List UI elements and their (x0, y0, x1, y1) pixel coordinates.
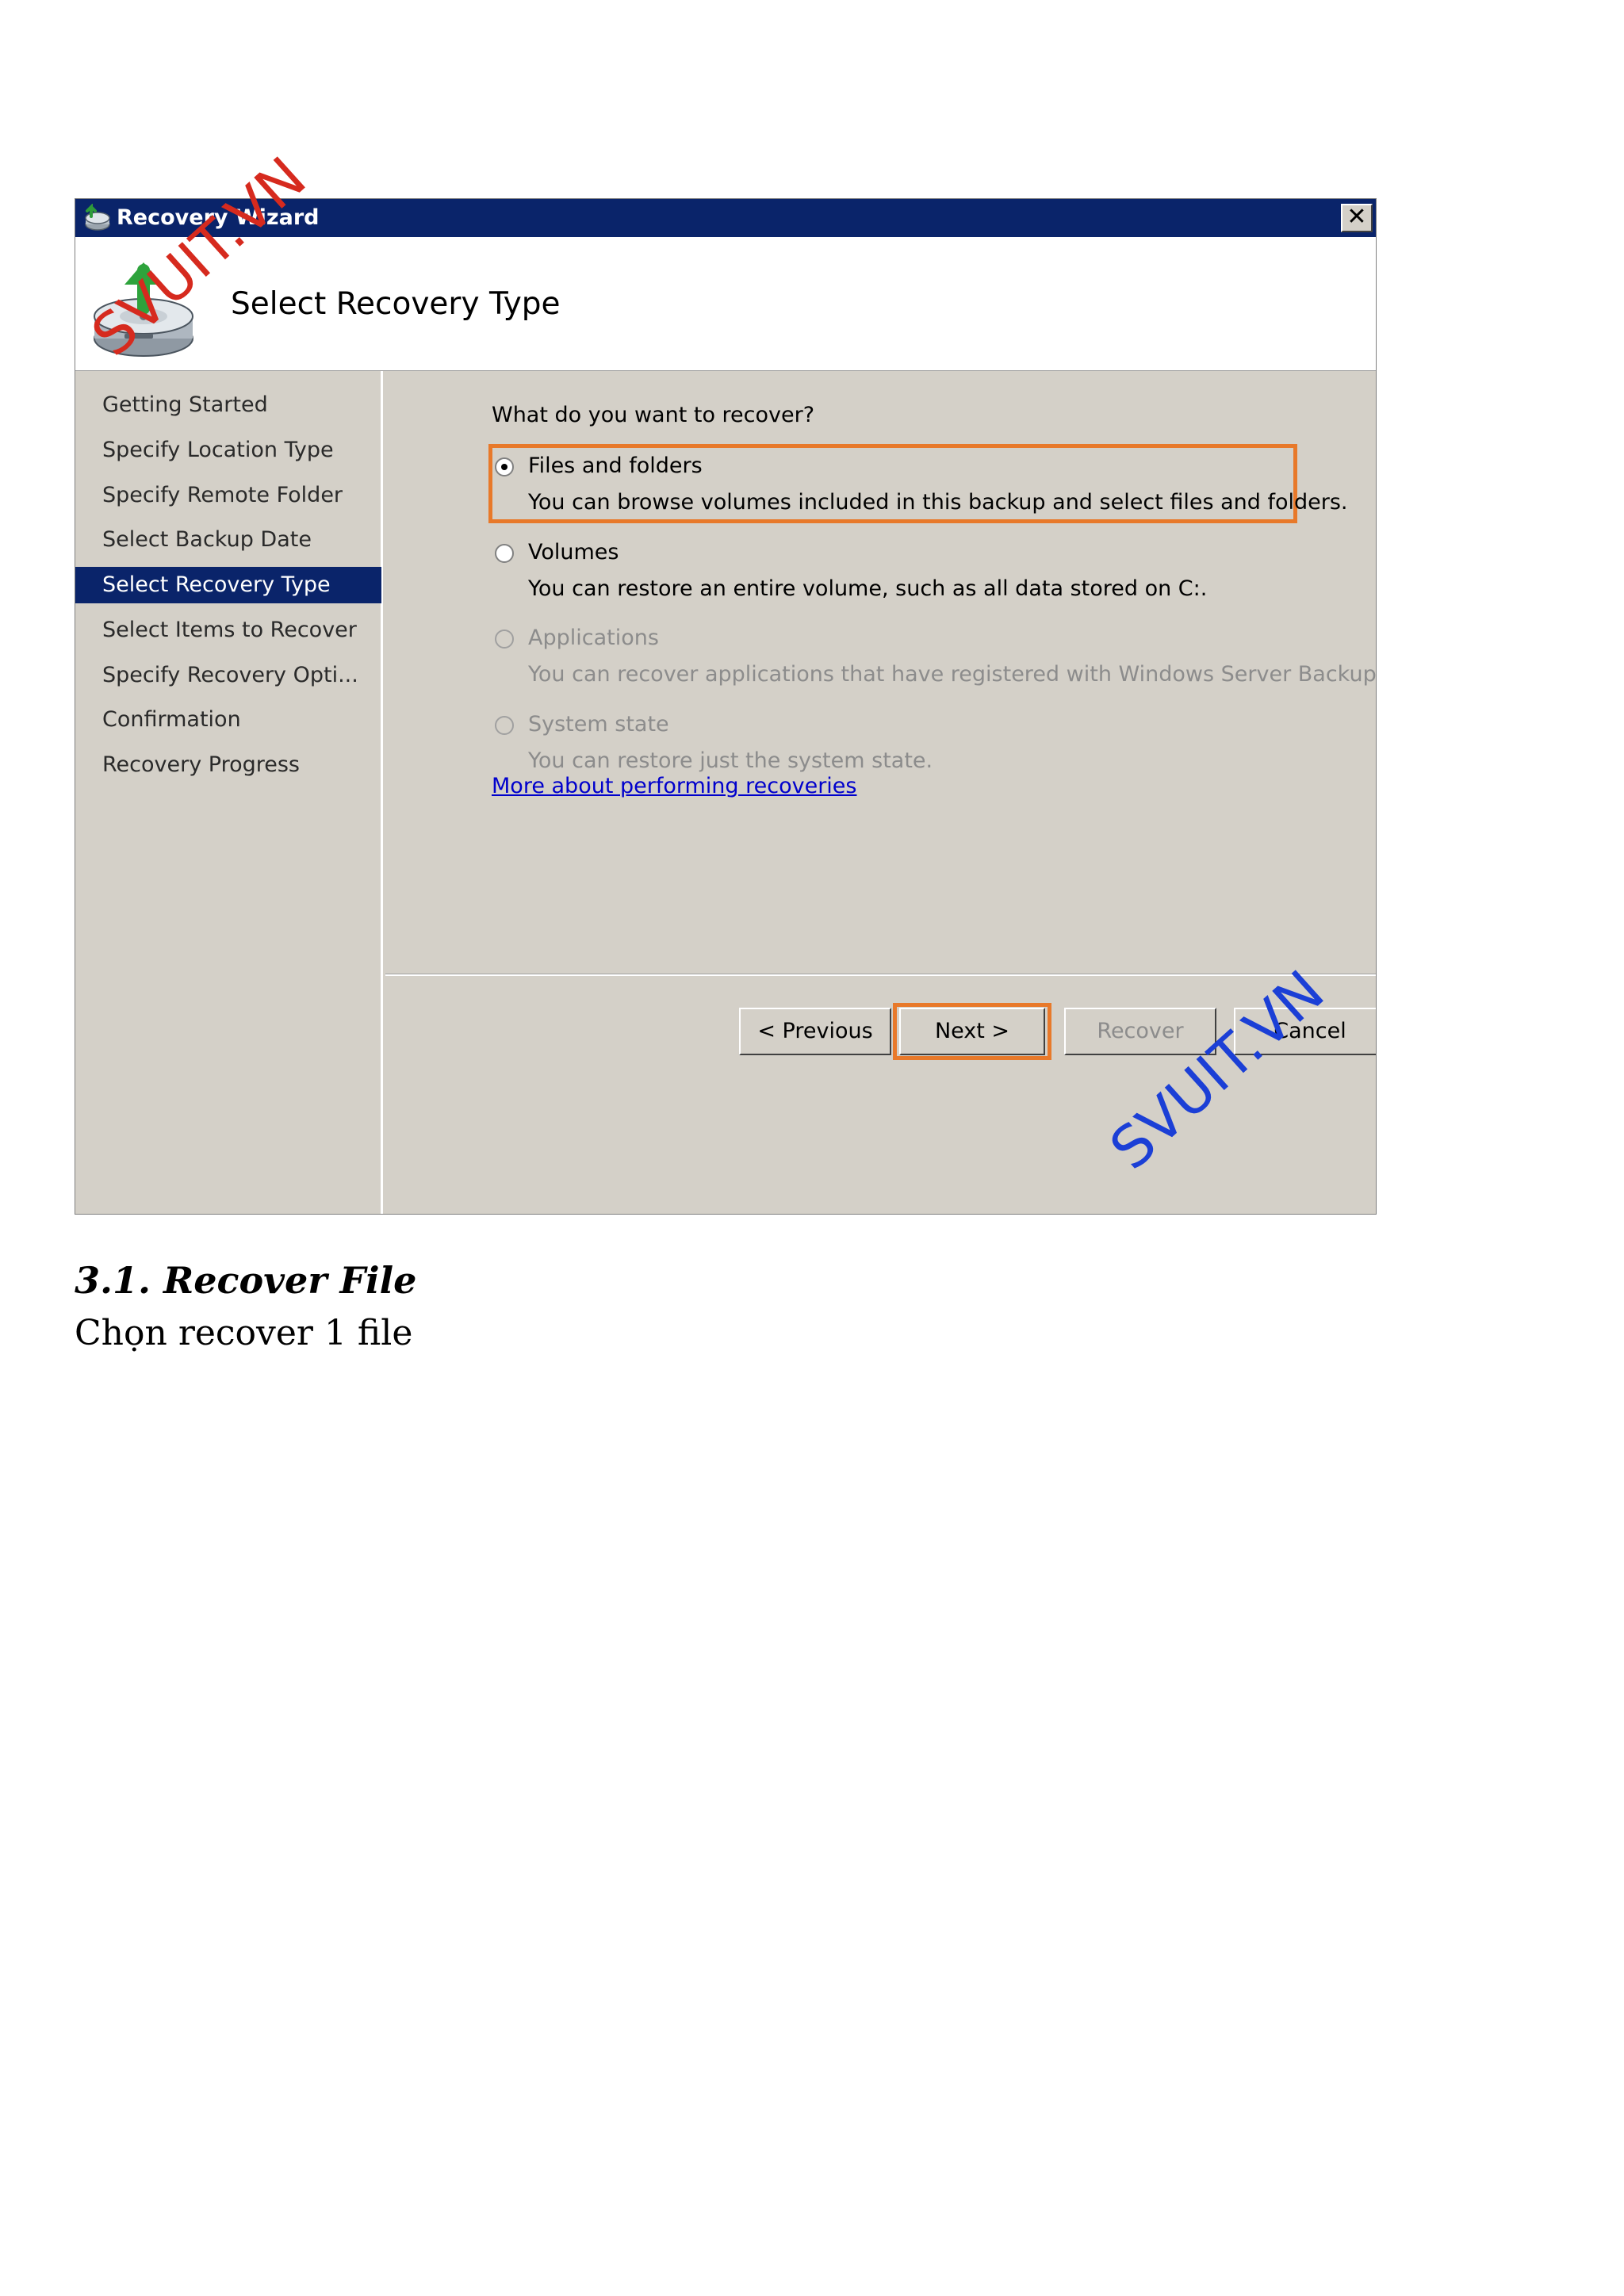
radio-volumes[interactable] (495, 544, 514, 563)
button-bar: < Previous Next > Recover Cancel (385, 974, 1376, 1214)
option-system-state-description: You can restore just the system state. (528, 748, 933, 773)
radio-selected-dot (501, 464, 508, 470)
recovery-wizard-dialog: Recovery Wizard ✕ Select Recovery Type G… (75, 198, 1377, 1215)
nav-item-recovery-progress: Recovery Progress (102, 752, 300, 777)
backup-app-icon (85, 204, 110, 231)
recover-button: Recover (1064, 1008, 1216, 1055)
nav-item-specify-location-type: Specify Location Type (102, 438, 334, 462)
nav-item-getting-started: Getting Started (102, 392, 268, 417)
content-panel: What do you want to recover? Files and f… (385, 371, 1376, 974)
page-title: Select Recovery Type (231, 286, 561, 322)
option-files-and-folders-description: You can browse volumes included in this … (528, 490, 1348, 515)
nav-item-confirmation: Confirmation (102, 707, 241, 732)
radio-applications (495, 629, 514, 649)
nav-item-select-recovery-type: Select Recovery Type (75, 567, 381, 603)
disk-recovery-icon (94, 262, 193, 357)
previous-button[interactable]: < Previous (739, 1008, 891, 1055)
option-volumes-description: You can restore an entire volume, such a… (528, 576, 1208, 601)
section-heading: 3.1. Recover File (75, 1259, 417, 1302)
radio-files-and-folders[interactable] (495, 457, 514, 476)
question-label: What do you want to recover? (492, 403, 815, 427)
cancel-button[interactable]: Cancel (1234, 1008, 1376, 1055)
option-files-and-folders-label[interactable]: Files and folders (528, 453, 703, 478)
option-applications-label: Applications (528, 626, 659, 650)
option-volumes-label[interactable]: Volumes (528, 540, 619, 564)
next-button[interactable]: Next > (899, 1008, 1045, 1055)
option-applications-description: You can recover applications that have r… (528, 662, 1377, 687)
radio-system-state (495, 716, 514, 735)
nav-item-specify-remote-folder: Specify Remote Folder (102, 483, 343, 507)
window-title: Recovery Wizard (117, 205, 320, 230)
wizard-steps-nav: Getting Started Specify Location Type Sp… (75, 371, 383, 1214)
more-about-recoveries-link[interactable]: More about performing recoveries (492, 774, 857, 798)
close-button[interactable]: ✕ (1341, 204, 1373, 232)
nav-item-select-backup-date: Select Backup Date (102, 527, 312, 552)
close-icon: ✕ (1346, 203, 1367, 231)
section-body-text: Chọn recover 1 file (75, 1313, 413, 1353)
nav-item-select-items-to-recover: Select Items to Recover (102, 618, 357, 642)
option-system-state-label: System state (528, 712, 669, 737)
wizard-header: Select Recovery Type (75, 237, 1376, 371)
nav-item-specify-recovery-options: Specify Recovery Opti... (102, 663, 358, 687)
title-bar: Recovery Wizard ✕ (75, 199, 1376, 237)
